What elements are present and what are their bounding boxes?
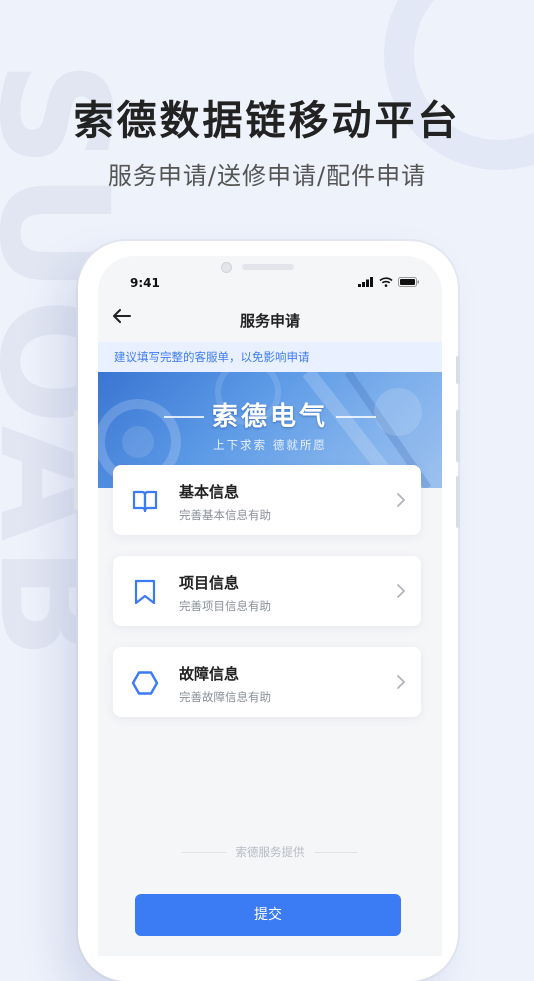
navigation-bar: 服务申请 bbox=[98, 302, 442, 338]
phone-screen: 9:41 服务申请 建议填写完整的客服单，以免影响申请 索德电气 上下求索 德就… bbox=[98, 256, 442, 956]
page-title: 服务申请 bbox=[239, 312, 300, 330]
wifi-icon bbox=[379, 277, 393, 287]
card-title: 基本信息 bbox=[179, 483, 240, 501]
book-icon bbox=[132, 490, 158, 513]
signal-icon bbox=[358, 277, 373, 287]
phone-side-button bbox=[74, 410, 78, 510]
card-description: 完善故障信息有助 bbox=[179, 690, 271, 704]
card-fault-info[interactable]: 故障信息 完善故障信息有助 bbox=[113, 647, 421, 717]
hero-title: 索德数据链移动平台 bbox=[73, 98, 461, 144]
status-time: 9:41 bbox=[130, 276, 160, 290]
hero-subtitle: 服务申请/送修申请/配件申请 bbox=[107, 162, 427, 190]
notice-bar: 建议填写完整的客服单，以免影响申请 bbox=[98, 342, 442, 372]
footer-note: 索德服务提供 bbox=[235, 845, 305, 859]
card-basic-info[interactable]: 基本信息 完善基本信息有助 bbox=[113, 465, 421, 535]
status-bar: 9:41 bbox=[98, 256, 442, 296]
bookmark-icon bbox=[134, 579, 156, 605]
card-title: 故障信息 bbox=[179, 665, 240, 683]
banner-divider-right bbox=[336, 416, 376, 418]
chevron-right-icon bbox=[397, 493, 406, 507]
phone-volume-button bbox=[456, 410, 460, 462]
banner-title: 索德电气 bbox=[211, 402, 328, 432]
status-icons bbox=[358, 277, 420, 287]
chevron-right-icon bbox=[397, 584, 406, 598]
banner-slogan: 上下求索 德就所愿 bbox=[213, 438, 327, 452]
submit-button[interactable]: 提交 bbox=[135, 894, 401, 936]
battery-icon bbox=[398, 277, 419, 287]
hexagon-icon bbox=[131, 671, 159, 695]
card-description: 完善项目信息有助 bbox=[179, 599, 271, 613]
card-project-info[interactable]: 项目信息 完善项目信息有助 bbox=[113, 556, 421, 626]
chevron-right-icon bbox=[397, 675, 406, 689]
footer-divider-right bbox=[314, 852, 358, 853]
card-title: 项目信息 bbox=[179, 574, 240, 592]
phone-volume-button bbox=[456, 356, 460, 384]
card-description: 完善基本信息有助 bbox=[179, 508, 271, 522]
phone-power-button bbox=[456, 476, 460, 528]
